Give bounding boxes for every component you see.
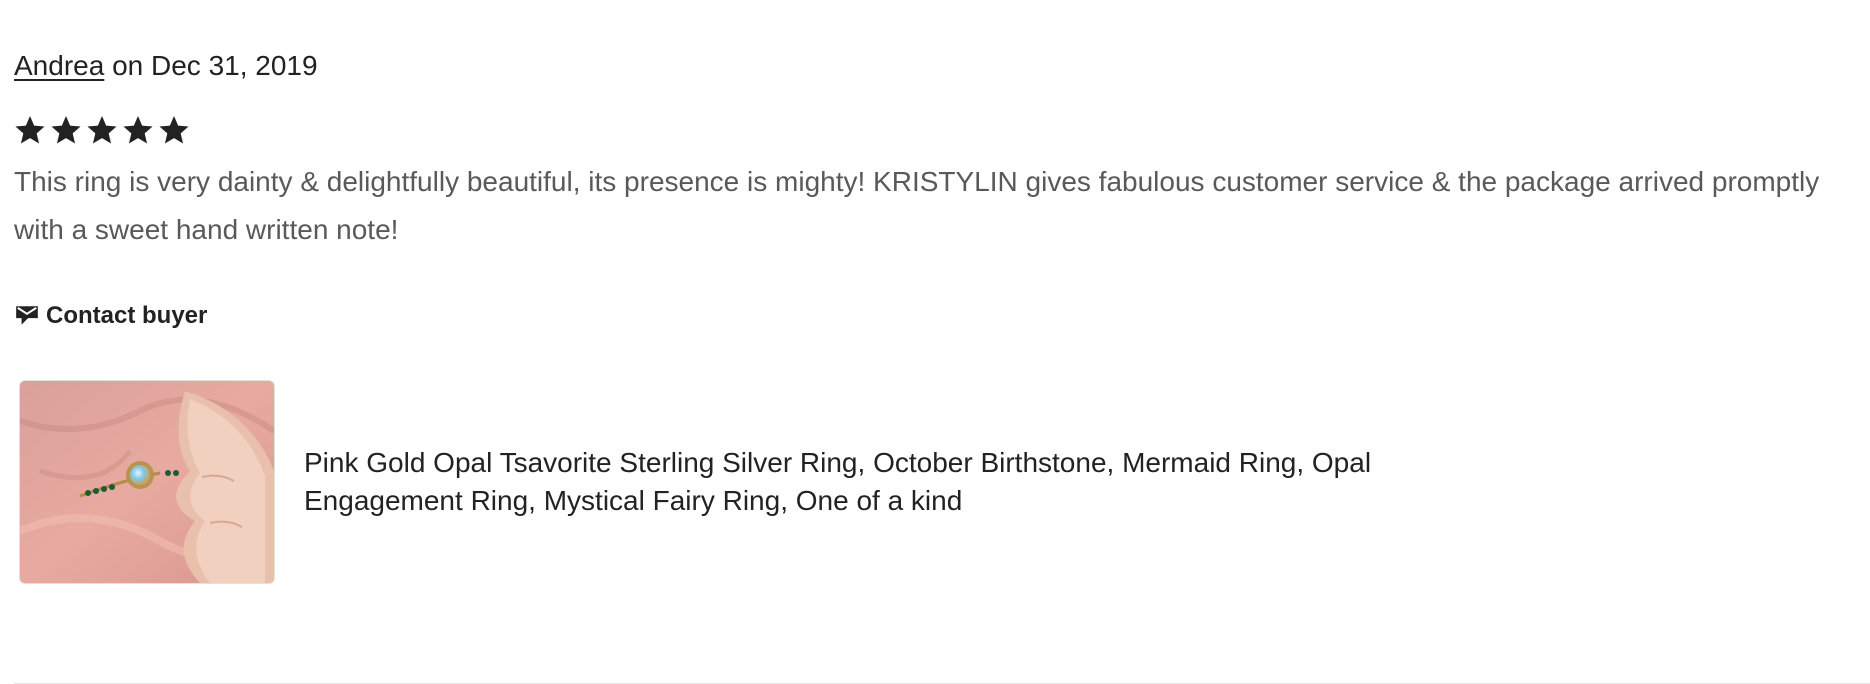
star-icon <box>87 116 117 144</box>
star-icon <box>123 116 153 144</box>
review-date: on Dec 31, 2019 <box>112 50 318 81</box>
review-text: This ring is very dainty & delightfully … <box>14 166 1820 245</box>
star-icon <box>159 116 189 144</box>
reviewer-name-link[interactable]: Andrea <box>14 50 104 81</box>
listing-thumbnail[interactable] <box>19 380 275 584</box>
reviewed-listing: Pink Gold Opal Tsavorite Sterling Silver… <box>19 380 1534 584</box>
message-icon <box>16 306 38 325</box>
star-icon <box>15 116 45 144</box>
contact-buyer-label: Contact buyer <box>46 302 208 329</box>
listing-title-link[interactable]: Pink Gold Opal Tsavorite Sterling Silver… <box>304 444 1534 520</box>
review-byline: Andrea on Dec 31, 2019 <box>14 46 318 86</box>
review-card: Andrea on Dec 31, 2019 This ring is very… <box>14 0 1870 684</box>
contact-buyer-button[interactable]: Contact buyer <box>14 302 207 330</box>
star-icon <box>51 116 81 144</box>
star-rating <box>14 114 190 146</box>
